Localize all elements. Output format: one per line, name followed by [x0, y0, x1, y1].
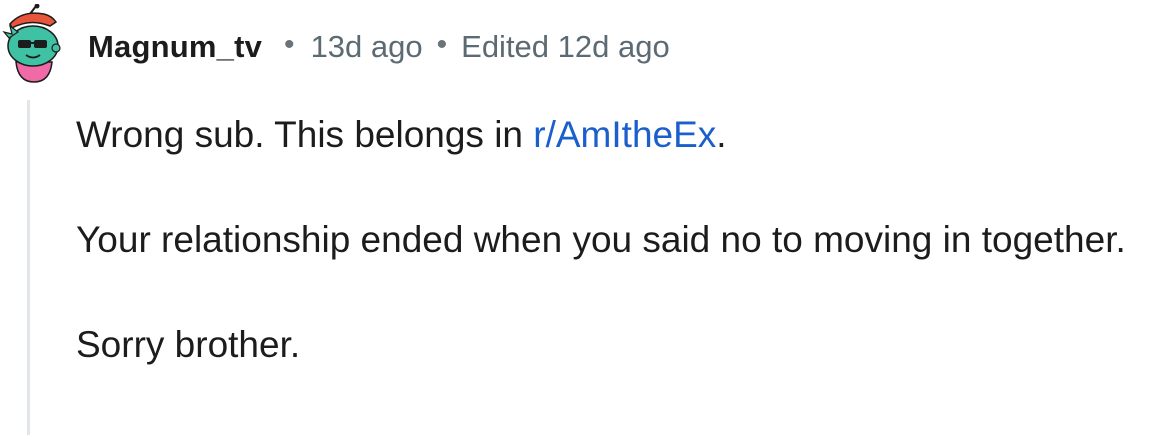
thread-line[interactable] [27, 100, 30, 435]
subreddit-link[interactable]: r/AmItheEx [533, 114, 716, 155]
posted-time[interactable]: 13d ago [311, 29, 423, 65]
paragraph-text: . [716, 114, 727, 155]
comment-paragraph: Sorry brother. [76, 324, 301, 365]
edited-label: Edited 12d ago [461, 29, 670, 64]
username-link[interactable]: Magnum_tv [88, 29, 262, 65]
separator-dot: • [284, 28, 295, 61]
paragraph-text: Wrong sub. This belongs in [76, 114, 534, 155]
snoo-avatar-icon [2, 3, 61, 83]
separator-dot: • [436, 28, 448, 61]
comment-paragraph: Wrong sub. This belongs in r/AmItheEx. [76, 108, 1146, 161]
comment: Magnum_tv • 13d ago • Edited 12d ago Wro… [0, 0, 1157, 435]
comment-header: Magnum_tv • 13d ago • Edited 12d ago [88, 26, 670, 68]
comment-body: Wrong sub. This belongs in r/AmItheEx. Y… [76, 108, 1146, 371]
comment-paragraph: Your relationship ended when you said no… [76, 219, 1126, 260]
user-avatar[interactable] [0, 3, 70, 84]
